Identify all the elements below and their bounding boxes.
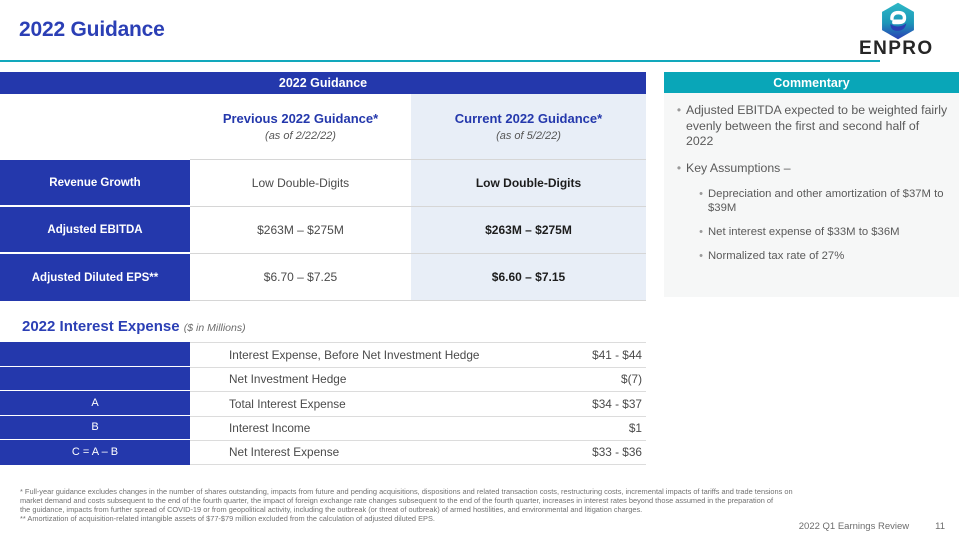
commentary-bullet-text: Key Assumptions – bbox=[686, 160, 791, 175]
interest-row-description: Net Interest Expense bbox=[229, 445, 340, 460]
cell-value: Low Double-Digits bbox=[251, 176, 350, 190]
interest-row-value: $41 - $44 bbox=[592, 347, 642, 362]
interest-row-key: B bbox=[0, 415, 190, 440]
interest-row-value: $(7) bbox=[621, 372, 642, 387]
interest-row-description: Net Investment Hedge bbox=[229, 372, 347, 387]
table-row: C = A – B Net Interest Expense $33 - $36 bbox=[0, 440, 646, 465]
interest-expense-table: Interest Expense, Before Net Investment … bbox=[0, 342, 646, 465]
interest-row-value: $34 - $37 bbox=[592, 396, 642, 411]
slide-root: 2022 Guidance ENPRO 2022 Guidance Previo… bbox=[0, 0, 959, 540]
interest-row-description: Interest Expense, Before Net Investment … bbox=[229, 347, 480, 362]
guidance-row-current: $6.60 – $7.15 bbox=[411, 254, 646, 301]
interest-row-value: $33 - $36 bbox=[592, 445, 642, 460]
previous-guidance-date: (as of 2/22/22) bbox=[265, 129, 336, 142]
guidance-table: 2022 Guidance Previous 2022 Guidance* (a… bbox=[0, 72, 646, 301]
commentary-panel: Commentary • Adjusted EBITDA expected to… bbox=[664, 72, 959, 297]
interest-expense-unit: ($ in Millions) bbox=[183, 322, 246, 334]
interest-row-body: Interest Expense, Before Net Investment … bbox=[190, 342, 646, 367]
guidance-row-current: $263M – $275M bbox=[411, 207, 646, 254]
list-item: • Depreciation and other amortization of… bbox=[694, 187, 949, 215]
interest-row-description: Total Interest Expense bbox=[229, 396, 346, 411]
cell-value: $6.70 – $7.25 bbox=[263, 270, 338, 284]
guidance-row-current: Low Double-Digits bbox=[411, 160, 646, 207]
table-row: A Total Interest Expense $34 - $37 bbox=[0, 391, 646, 416]
guidance-row-label: Adjusted EBITDA bbox=[0, 207, 190, 254]
footnote-line: * Full-year guidance excludes changes in… bbox=[20, 487, 793, 496]
previous-guidance-title: Previous 2022 Guidance* bbox=[222, 111, 379, 127]
bullet-icon: • bbox=[699, 188, 703, 200]
guidance-header-blank bbox=[0, 94, 190, 160]
bullet-icon: • bbox=[676, 103, 682, 117]
commentary-subbullet-text: Depreciation and other amortization of $… bbox=[708, 188, 944, 214]
page-footer: 2022 Q1 Earnings Review 11 bbox=[799, 521, 945, 532]
guidance-table-banner: 2022 Guidance bbox=[0, 72, 646, 94]
guidance-row-previous: $6.70 – $7.25 bbox=[190, 254, 411, 301]
cell-value: $263M – $275M bbox=[485, 223, 572, 237]
table-row: B Interest Income $1 bbox=[0, 415, 646, 440]
guidance-row-previous: $263M – $275M bbox=[190, 207, 411, 254]
enpro-logo: ENPRO bbox=[843, 2, 947, 59]
interest-expense-heading: 2022 Interest Expense bbox=[22, 318, 180, 335]
commentary-subbullet-text: Net interest expense of $33M to $36M bbox=[708, 226, 900, 238]
enpro-hexagon-icon bbox=[882, 2, 914, 40]
enpro-wordmark: ENPRO bbox=[859, 38, 934, 59]
interest-row-body: Net Interest Expense $33 - $36 bbox=[190, 440, 646, 465]
interest-row-body: Net Investment Hedge $(7) bbox=[190, 366, 646, 391]
bullet-icon: • bbox=[699, 250, 703, 262]
current-guidance-title: Current 2022 Guidance* bbox=[454, 111, 603, 127]
table-row: Adjusted EBITDA $263M – $275M $263M – $2… bbox=[0, 207, 646, 254]
footnote-line: market demand and costs subsequent to th… bbox=[20, 496, 774, 506]
table-row: Revenue Growth Low Double-Digits Low Dou… bbox=[0, 160, 646, 207]
guidance-table-header-row: Previous 2022 Guidance* (as of 2/22/22) … bbox=[0, 94, 646, 160]
cell-value: Low Double-Digits bbox=[475, 176, 582, 190]
commentary-banner: Commentary bbox=[664, 72, 959, 93]
bullet-icon: • bbox=[699, 226, 703, 238]
interest-row-key bbox=[0, 342, 190, 367]
table-row: Net Investment Hedge $(7) bbox=[0, 366, 646, 391]
commentary-bullet-text: Adjusted EBITDA expected to be weighted … bbox=[686, 103, 948, 148]
interest-row-body: Total Interest Expense $34 - $37 bbox=[190, 391, 646, 416]
header-divider bbox=[0, 60, 880, 62]
commentary-body: • Adjusted EBITDA expected to be weighte… bbox=[664, 93, 959, 263]
list-item: • Normalized tax rate of 27% bbox=[694, 249, 949, 263]
table-row: Interest Expense, Before Net Investment … bbox=[0, 342, 646, 367]
deck-name: 2022 Q1 Earnings Review bbox=[798, 521, 910, 532]
footnote-line: the guidance, impacts from further sprea… bbox=[20, 505, 643, 515]
list-item: • Adjusted EBITDA expected to be weighte… bbox=[672, 103, 949, 150]
table-row: Adjusted Diluted EPS** $6.70 – $7.25 $6.… bbox=[0, 254, 646, 301]
guidance-header-previous: Previous 2022 Guidance* (as of 2/22/22) bbox=[190, 94, 411, 160]
cell-value: $6.60 – $7.15 bbox=[491, 270, 566, 284]
interest-row-key bbox=[0, 366, 190, 391]
page-number: 11 bbox=[935, 521, 945, 532]
list-item: • Key Assumptions – bbox=[672, 161, 949, 177]
guidance-row-previous: Low Double-Digits bbox=[190, 160, 411, 207]
interest-row-key: A bbox=[0, 391, 190, 416]
interest-row-value: $1 bbox=[628, 421, 642, 436]
guidance-row-label: Adjusted Diluted EPS** bbox=[0, 254, 190, 301]
list-item: • Net interest expense of $33M to $36M bbox=[694, 225, 949, 239]
footnotes: * Full-year guidance excludes changes in… bbox=[20, 487, 940, 523]
current-guidance-date: (as of 5/2/22) bbox=[496, 129, 561, 142]
commentary-subbullet-text: Normalized tax rate of 27% bbox=[708, 250, 845, 262]
interest-row-description: Interest Income bbox=[229, 421, 311, 436]
guidance-row-label: Revenue Growth bbox=[0, 160, 190, 207]
interest-row-key: C = A – B bbox=[0, 440, 190, 465]
cell-value: $263M – $275M bbox=[257, 223, 344, 237]
interest-row-body: Interest Income $1 bbox=[190, 415, 646, 440]
guidance-header-current: Current 2022 Guidance* (as of 5/2/22) bbox=[411, 94, 646, 160]
interest-expense-title: 2022 Interest Expense ($ in Millions) bbox=[22, 318, 246, 335]
page-title: 2022 Guidance bbox=[19, 18, 165, 41]
commentary-sub-list: • Depreciation and other amortization of… bbox=[694, 187, 949, 263]
bullet-icon: • bbox=[676, 160, 682, 175]
